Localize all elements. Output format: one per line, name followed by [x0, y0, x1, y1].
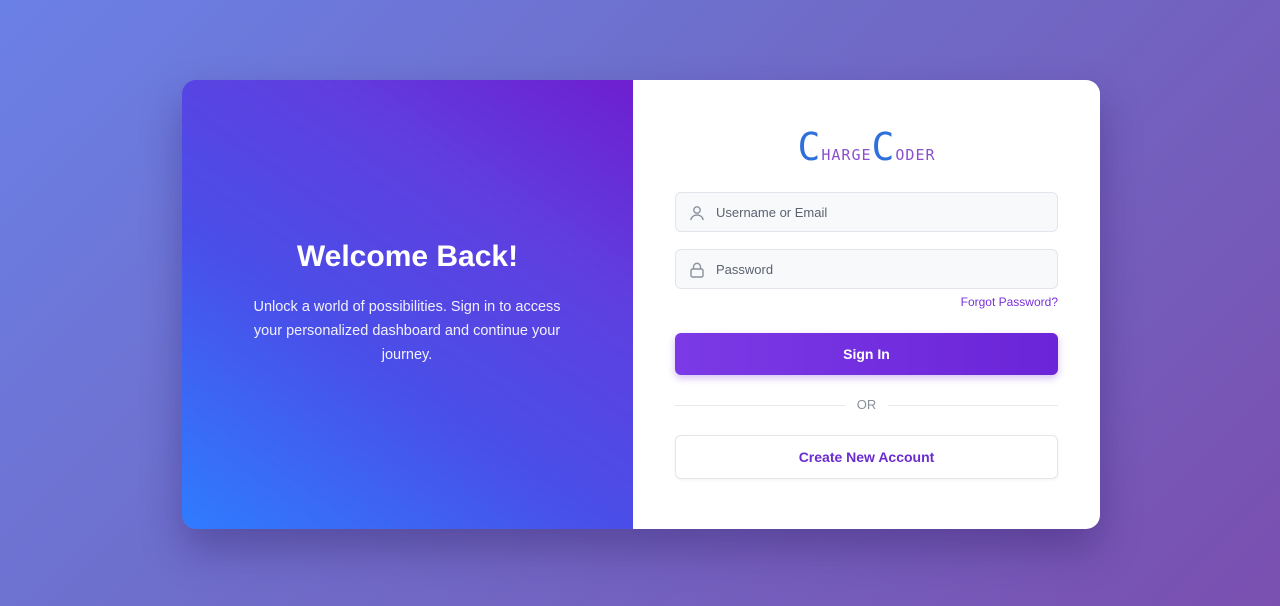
user-icon	[688, 204, 706, 222]
or-divider: OR	[675, 397, 1058, 413]
username-field[interactable]	[675, 192, 1058, 232]
login-card: Welcome Back! Unlock a world of possibil…	[182, 80, 1100, 529]
username-input[interactable]	[716, 193, 1046, 231]
forgot-password-link[interactable]: Forgot Password?	[961, 295, 1058, 309]
logo-initial-1: C	[797, 125, 822, 169]
welcome-text: Unlock a world of possibilities. Sign in…	[253, 299, 561, 363]
sign-in-button[interactable]: Sign In	[675, 333, 1058, 375]
password-field[interactable]	[675, 249, 1058, 289]
logo-word-2: ODER	[895, 146, 936, 164]
brand-logo: CHARGECODER	[633, 125, 1100, 169]
create-account-button[interactable]: Create New Account	[675, 435, 1058, 479]
login-panel: CHARGECODER Forgot Password? Sign In	[633, 80, 1100, 529]
lock-icon	[688, 261, 706, 279]
logo-initial-2: C	[871, 125, 896, 169]
divider-line-right	[888, 405, 1058, 406]
password-input[interactable]	[716, 250, 1046, 288]
logo-word-1: HARGE	[821, 146, 872, 164]
welcome-title: Welcome Back!	[296, 240, 519, 273]
welcome-panel: Welcome Back! Unlock a world of possibil…	[182, 80, 633, 529]
